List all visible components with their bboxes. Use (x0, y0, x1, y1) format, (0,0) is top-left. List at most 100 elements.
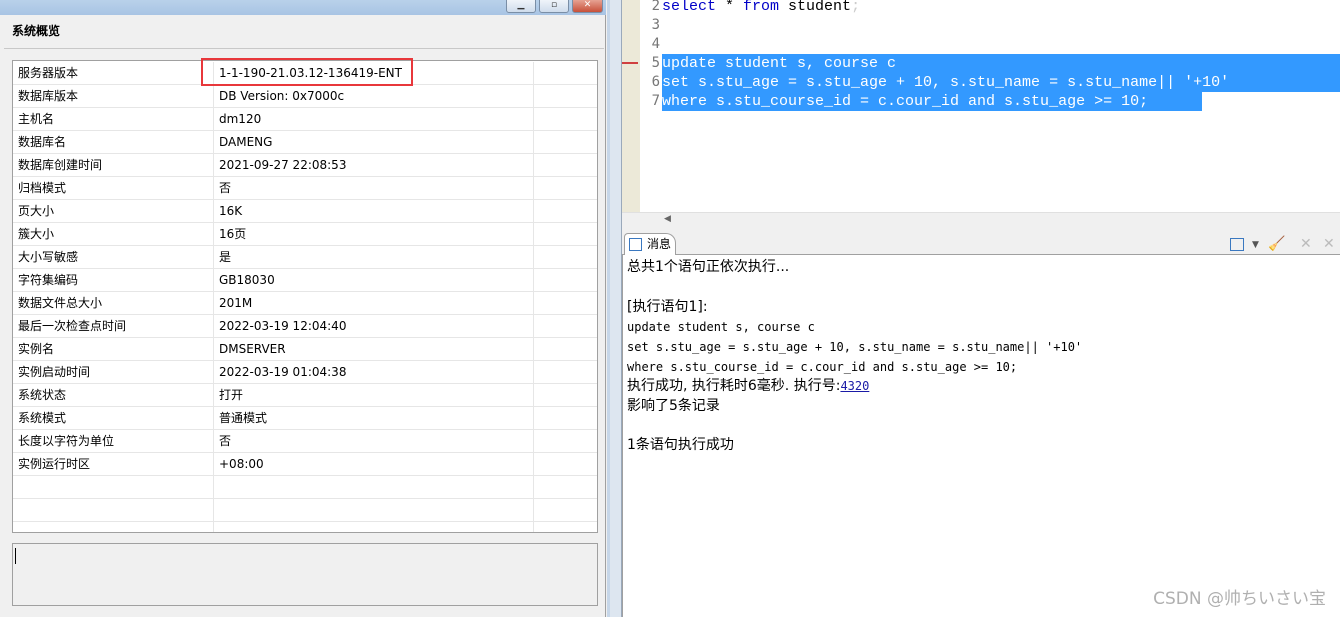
row-label: 簇大小 (13, 223, 214, 246)
table-row[interactable]: 实例运行时区 +08:00 (13, 453, 597, 476)
row-label: 最后一次检查点时间 (13, 315, 214, 338)
row-label (13, 499, 214, 522)
divider (4, 48, 604, 49)
table-row[interactable]: 数据库创建时间 2021-09-27 22:08:53 (13, 154, 597, 177)
row-value: 否 (214, 177, 534, 200)
sql-editor[interactable]: 2 3 4 5 6 7 select * from student; updat… (622, 0, 1340, 212)
watermark: CSDN @帅ちいさい宝 (1153, 589, 1326, 609)
row-label: 数据库版本 (13, 85, 214, 108)
row-value: 否 (214, 430, 534, 453)
row-value: +08:00 (214, 453, 534, 476)
row-label (13, 476, 214, 499)
table-row[interactable]: 大小写敏感是 (13, 246, 597, 269)
scroll-left-icon[interactable]: ◀ (664, 214, 671, 224)
table-row[interactable]: 系统状态 打开 (13, 384, 597, 407)
panel-splitter[interactable] (607, 0, 622, 617)
row-value: dm120 (214, 108, 534, 131)
message-line: 执行成功, 执行耗时6毫秒. 执行号:4320 (627, 376, 869, 396)
message-output: 总共1个语句正依次执行... [执行语句1]: update student s… (622, 255, 1340, 617)
maximize-button[interactable]: ▫ (539, 0, 569, 13)
row-label: 主机名 (13, 108, 214, 131)
table-row[interactable] (13, 522, 597, 532)
system-overview-panel: ▁ ▫ ✕ 系统概览 服务器版本 1-1-190-21.03.12-136419-… (0, 0, 606, 617)
table-row[interactable]: 最后一次检查点时间 2022-03-19 12:04:40 (13, 315, 597, 338)
message-line: 总共1个语句正依次执行... (627, 259, 790, 275)
keyword: select (662, 0, 717, 15)
row-label: 服务器版本 (13, 62, 214, 85)
message-line: set s.stu_age = s.stu_age + 10, s.stu_na… (627, 340, 1083, 354)
message-line: 影响了5条记录 (627, 398, 720, 414)
code-line-6: set s.stu_age = s.stu_age + 10, s.stu_na… (662, 74, 1230, 91)
row-value: 16页 (214, 223, 534, 246)
exec-status: 执行成功, 执行耗时6毫秒. 执行号: (627, 378, 841, 394)
table-row[interactable] (13, 476, 597, 499)
line-number: 4 (651, 36, 660, 52)
code-line-7: where s.stu_course_id = c.cour_id and s.… (662, 93, 1149, 110)
table-row[interactable]: 系统模式 普通模式 (13, 407, 597, 430)
line-number: 2 (651, 0, 660, 14)
panel-title: 系统概览 (12, 24, 61, 38)
row-value: GB18030 (214, 269, 534, 292)
row-value: DAMENG (214, 131, 534, 154)
row-label: 系统状态 (13, 384, 214, 407)
row-value: 16K (214, 200, 534, 223)
table-row[interactable]: 页大小 16K (13, 200, 597, 223)
window-titlebar: ▁ ▫ ✕ (0, 0, 606, 15)
text-caret (15, 548, 16, 564)
tab-messages[interactable]: 消息 (624, 233, 676, 255)
keyword: from (743, 0, 780, 15)
row-label: 实例启动时间 (13, 361, 214, 384)
close-icon[interactable]: ✕ (1300, 236, 1312, 252)
table-row[interactable]: 长度以字符为单位否 (13, 430, 597, 453)
chevron-down-icon[interactable]: ▼ (1252, 240, 1259, 250)
row-value: 打开 (214, 384, 534, 407)
message-line: where s.stu_course_id = c.cour_id and s.… (627, 360, 1018, 374)
table-row[interactable]: 实例启动时间 2022-03-19 01:04:38 (13, 361, 597, 384)
code-text: student (779, 0, 852, 15)
message-line: [执行语句1]: (627, 299, 708, 315)
line-number: 6 (651, 74, 660, 90)
exec-id-link[interactable]: 4320 (840, 379, 869, 393)
table-row[interactable]: 数据库版本 DB Version: 0x7000c (13, 85, 597, 108)
row-value: 2021-09-27 22:08:53 (214, 154, 534, 177)
table-row[interactable]: 字符集编码 GB18030 (13, 269, 597, 292)
code-line-2: select * from student; (662, 0, 860, 16)
tab-label: 消息 (647, 237, 672, 251)
row-label: 长度以字符为单位 (13, 430, 214, 453)
row-value: DMSERVER (214, 338, 534, 361)
row-label: 数据文件总大小 (13, 292, 214, 315)
table-row[interactable]: 簇大小 16页 (13, 223, 597, 246)
line-number: 5 (651, 55, 660, 71)
close-all-icon[interactable]: ✕ (1323, 236, 1335, 252)
table-row[interactable]: 实例名 DMSERVER (13, 338, 597, 361)
view-menu-icon[interactable] (1230, 238, 1244, 251)
row-label: 字符集编码 (13, 269, 214, 292)
horizontal-scrollbar[interactable]: ◀ (622, 212, 1340, 228)
overview-table: 服务器版本 1-1-190-21.03.12-136419-ENT 数据库版本 DB … (12, 60, 598, 533)
row-value: DB Version: 0x7000c (214, 85, 534, 108)
table-row[interactable]: 归档模式否 (13, 177, 597, 200)
code-line-5: update student s, course c (662, 55, 897, 72)
row-value: 2022-03-19 01:04:38 (214, 361, 534, 384)
error-marker (622, 62, 638, 64)
table-row[interactable]: 数据库名 DAMENG (13, 131, 597, 154)
row-value: 普通模式 (214, 407, 534, 430)
table-row[interactable]: 主机名 dm120 (13, 108, 597, 131)
details-textarea[interactable] (12, 543, 598, 606)
row-value (214, 499, 534, 522)
line-number: 3 (651, 17, 660, 33)
clear-broom-icon[interactable]: 🧹 (1268, 236, 1285, 252)
line-number: 7 (651, 93, 660, 109)
row-value (214, 476, 534, 499)
close-button[interactable]: ✕ (572, 0, 603, 13)
row-label (13, 522, 214, 532)
table-row[interactable]: 数据文件总大小 201M (13, 292, 597, 315)
editor-gutter (622, 0, 640, 212)
table-row[interactable] (13, 499, 597, 522)
minimize-button[interactable]: ▁ (506, 0, 536, 13)
row-label: 页大小 (13, 200, 214, 223)
code-text: ; (851, 0, 861, 15)
row-value: 2022-03-19 12:04:40 (214, 315, 534, 338)
row-label: 实例运行时区 (13, 453, 214, 476)
message-icon (629, 238, 642, 251)
